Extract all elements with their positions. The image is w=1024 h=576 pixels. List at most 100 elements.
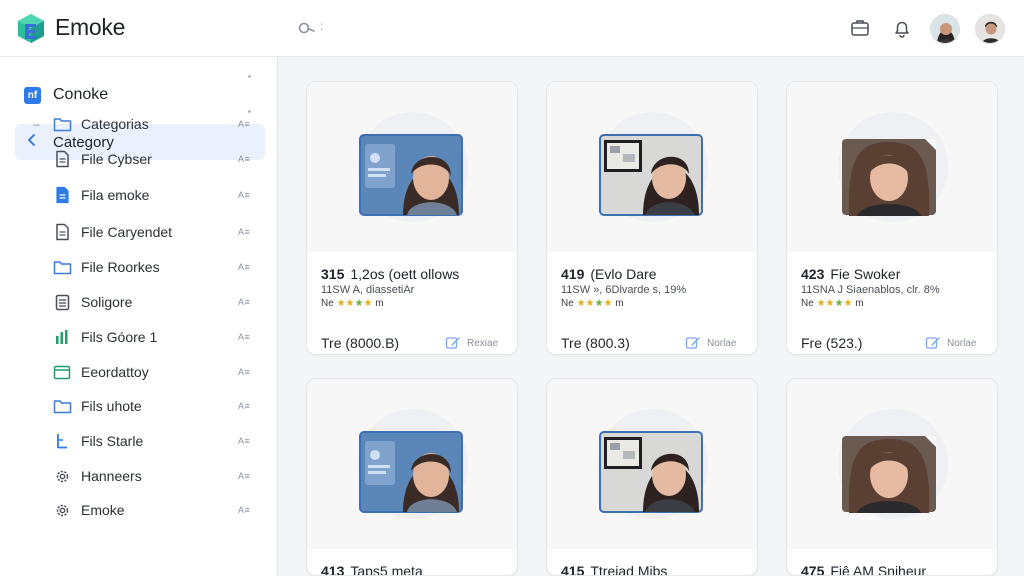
sort-indicator-icon[interactable]: A≡ xyxy=(238,227,250,237)
card-title[interactable]: 415 Ttreiad Mibs xyxy=(561,563,668,576)
sort-indicator-icon[interactable]: A≡ xyxy=(238,401,250,411)
card-name: Fie Swoker xyxy=(830,266,901,282)
sidebar-item[interactable]: File Caryendet A≡ xyxy=(0,217,278,247)
sidebar-item[interactable]: Eeordattoy A≡ xyxy=(0,357,278,387)
sidebar-item-label: Eeordattoy xyxy=(81,364,149,380)
briefcase-icon[interactable] xyxy=(849,17,871,39)
sort-indicator-icon[interactable]: A≡ xyxy=(238,471,250,481)
portrait-image[interactable] xyxy=(599,134,703,221)
workspace-icon: nf xyxy=(24,86,41,104)
star-icon: ★ xyxy=(336,298,346,309)
doc-lines-icon xyxy=(52,292,72,312)
sidebar-item-label: Fils Góore 1 xyxy=(81,329,158,345)
sidebar-item[interactable]: Hanneers A≡ xyxy=(0,461,278,491)
portrait-image[interactable] xyxy=(599,431,703,518)
card-title[interactable]: 413 Taps5 meta xyxy=(321,563,423,575)
sidebar-item[interactable]: Fils Starle A≡ xyxy=(0,426,278,456)
sidebar-item[interactable]: File Cybser A≡ xyxy=(0,144,278,174)
sort-indicator-icon[interactable]: A≡ xyxy=(238,262,250,272)
card-action-label: Norlae xyxy=(947,337,977,349)
sidebar-item[interactable]: – Categorias A≡ xyxy=(0,109,278,139)
sort-indicator-icon[interactable]: A≡ xyxy=(238,436,250,446)
card-name: 1,2os (oett ollows xyxy=(350,266,460,282)
product-card[interactable]: 413 Taps5 meta xyxy=(306,378,518,576)
user-avatar-secondary[interactable] xyxy=(975,14,1005,44)
sidebar-item[interactable]: Emoke A≡ xyxy=(0,495,278,525)
card-subtitle: 11SW », 6Dlvarde s, 19% xyxy=(561,284,687,296)
sidebar-item[interactable]: File Roorkes A≡ xyxy=(0,252,278,282)
gear-icon xyxy=(52,500,72,520)
card-title[interactable]: 423 Fie Swoker xyxy=(801,266,900,282)
bar-chart-icon xyxy=(52,327,72,347)
sidebar-item-label: Categorias xyxy=(81,116,149,132)
card-media xyxy=(307,82,517,252)
bell-icon[interactable] xyxy=(891,17,913,39)
sort-indicator-icon[interactable]: A≡ xyxy=(238,119,250,129)
sidebar-item-label: Soligore xyxy=(81,294,133,310)
star-icon: ★ xyxy=(816,298,826,309)
card-id: 475 xyxy=(801,563,825,576)
product-card[interactable]: 475 Fiê AM Sniheur xyxy=(786,378,998,576)
folder-icon xyxy=(52,114,72,134)
product-card[interactable]: 419 (Evlo Dare 11SW », 6Dlvarde s, 19% Ne… xyxy=(546,81,758,355)
product-card[interactable]: 415 Ttreiad Mibs xyxy=(546,378,758,576)
folder-icon xyxy=(52,257,72,277)
sidebar-collapse-dot[interactable] xyxy=(248,75,251,78)
product-card[interactable]: 423 Fie Swoker 11SNA J Siaenablos, clr. 8… xyxy=(786,81,998,355)
card-media xyxy=(787,379,997,549)
sort-indicator-icon[interactable]: A≡ xyxy=(238,190,250,200)
sidebar-item[interactable]: Fils uhote A≡ xyxy=(0,391,278,421)
app-logo-icon[interactable] xyxy=(17,13,45,44)
sort-indicator-icon[interactable]: A≡ xyxy=(238,505,250,515)
sidebar: nf Conoke Category – Categorias A≡ File Cyb… xyxy=(0,57,278,576)
card-action-button[interactable]: Norlae xyxy=(925,336,976,350)
product-card[interactable]: 315 1,2os (oett ollows 11SW A, diassetiAr… xyxy=(306,81,518,355)
sort-indicator-icon[interactable]: A≡ xyxy=(238,332,250,342)
sidebar-item-label: Fils uhote xyxy=(81,398,142,414)
rating: Ne ★★★★ m xyxy=(561,298,624,309)
card-name: (Evlo Dare xyxy=(590,266,657,282)
star-icon: ★ xyxy=(576,298,586,309)
card-action-button[interactable]: Norlae xyxy=(685,336,736,350)
card-action-button[interactable]: Rexiae xyxy=(445,336,498,350)
portrait-image[interactable] xyxy=(841,435,937,518)
card-id: 419 xyxy=(561,266,585,282)
portrait-image[interactable] xyxy=(359,431,463,518)
sort-indicator-icon[interactable]: A≡ xyxy=(238,154,250,164)
file-blue-icon xyxy=(52,185,72,205)
card-name: Ttreiad Mibs xyxy=(590,563,668,576)
sidebar-item[interactable]: Soligore A≡ xyxy=(0,287,278,317)
sort-indicator-icon[interactable]: A≡ xyxy=(238,297,250,307)
card-title[interactable]: 419 (Evlo Dare xyxy=(561,266,657,282)
search-hint: : xyxy=(320,19,324,33)
search-icon[interactable] xyxy=(298,20,316,36)
timeline-icon xyxy=(52,431,72,451)
card-id: 415 xyxy=(561,563,585,576)
sidebar-item-label: File Cybser xyxy=(81,151,152,167)
user-avatar[interactable] xyxy=(930,14,960,44)
gear-icon xyxy=(52,466,72,486)
sidebar-item[interactable]: Fila emoke A≡ xyxy=(0,180,278,210)
tree-toggle[interactable]: – xyxy=(33,117,40,131)
sidebar-item-label: File Roorkes xyxy=(81,259,160,275)
card-title[interactable]: 475 Fiê AM Sniheur xyxy=(801,563,926,576)
rating-prefix: Ne xyxy=(321,298,334,309)
sort-indicator-icon[interactable]: A≡ xyxy=(238,367,250,377)
sidebar-item-label: Fils Starle xyxy=(81,433,144,449)
app-title: Emoke xyxy=(55,14,126,40)
card-price: Tre (800.3) xyxy=(561,335,630,351)
sidebar-item-label: Emoke xyxy=(81,502,125,518)
card-title[interactable]: 315 1,2os (oett ollows xyxy=(321,266,459,282)
top-bar: Emoke : xyxy=(0,0,1024,57)
sidebar-item[interactable]: Fils Góore 1 A≡ xyxy=(0,322,278,352)
card-id: 315 xyxy=(321,266,345,282)
workspace-switcher[interactable]: nf Conoke xyxy=(24,86,108,104)
file-icon xyxy=(52,149,72,169)
rating-prefix: Ne xyxy=(801,298,814,309)
edit-icon xyxy=(685,337,700,349)
rating: Ne ★★★★ m xyxy=(801,298,864,309)
card-media xyxy=(547,82,757,252)
card-price: Tre (8000.B) xyxy=(321,335,400,351)
portrait-image[interactable] xyxy=(359,134,463,221)
portrait-image[interactable] xyxy=(841,138,937,221)
